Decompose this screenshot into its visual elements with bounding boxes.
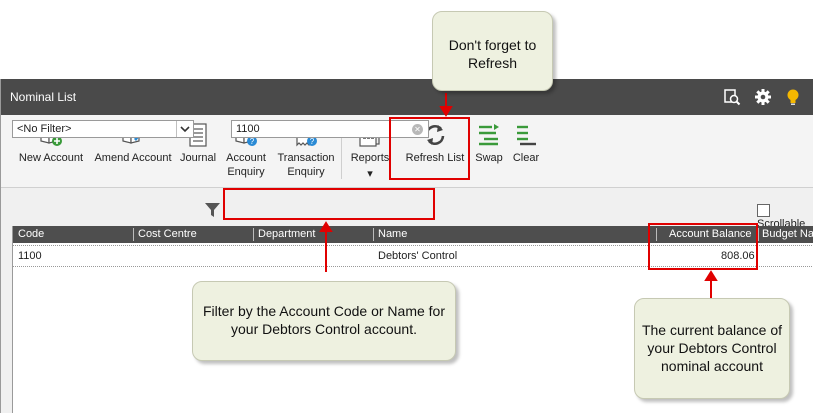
refresh-callout-text: Don't forget to Refresh bbox=[448, 37, 537, 71]
refresh-callout: Don't forget to Refresh bbox=[432, 11, 553, 91]
filter-callout-text: Filter by the Account Code or Name for y… bbox=[203, 303, 445, 337]
balance-callout-text: The current balance of your Debtors Cont… bbox=[641, 322, 783, 374]
balance-callout: The current balance of your Debtors Cont… bbox=[634, 298, 790, 399]
filter-callout: Filter by the Account Code or Name for y… bbox=[192, 281, 456, 361]
